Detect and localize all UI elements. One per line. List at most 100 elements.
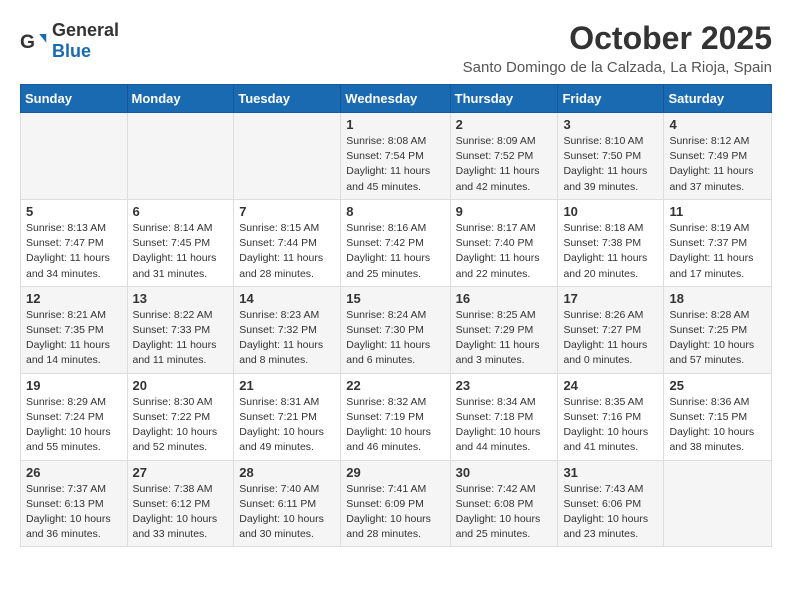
calendar-cell: 30 Sunrise: 7:42 AM Sunset: 6:08 PM Dayli… <box>450 460 558 547</box>
day-number: 13 <box>133 291 229 306</box>
calendar-week-row: 1 Sunrise: 8:08 AM Sunset: 7:54 PM Daylig… <box>21 113 772 200</box>
day-info: Sunrise: 8:31 AM Sunset: 7:21 PM Dayligh… <box>239 395 335 456</box>
header-day-saturday: Saturday <box>664 85 772 113</box>
calendar-week-row: 12Sunrise: 8:21 AM Sunset: 7:35 PM Dayli… <box>21 286 772 373</box>
day-info: Sunrise: 8:25 AM Sunset: 7:29 PM Dayligh… <box>456 308 553 369</box>
calendar-cell: 10Sunrise: 8:18 AM Sunset: 7:38 PM Dayli… <box>558 199 664 286</box>
day-info: Sunrise: 8:32 AM Sunset: 7:19 PM Dayligh… <box>346 395 444 456</box>
logo-general-text: General <box>52 20 119 40</box>
day-number: 3 <box>563 117 658 132</box>
svg-text:G: G <box>20 32 35 53</box>
day-number: 18 <box>669 291 766 306</box>
header-day-wednesday: Wednesday <box>341 85 450 113</box>
day-info: Sunrise: 7:37 AM Sunset: 6:13 PM Dayligh… <box>26 482 122 543</box>
day-info: Sunrise: 8:29 AM Sunset: 7:24 PM Dayligh… <box>26 395 122 456</box>
title-section: October 2025 Santo Domingo de la Calzada… <box>463 20 772 76</box>
calendar-week-row: 26 Sunrise: 7:37 AM Sunset: 6:13 PM Dayli… <box>21 460 772 547</box>
logo: G General Blue <box>20 20 119 62</box>
day-number: 19 <box>26 378 122 393</box>
logo-icon: G <box>20 27 48 55</box>
calendar-cell: 12Sunrise: 8:21 AM Sunset: 7:35 PM Dayli… <box>21 286 128 373</box>
day-info: Sunrise: 7:40 AM Sunset: 6:11 PM Dayligh… <box>239 482 335 543</box>
calendar-cell: 11Sunrise: 8:19 AM Sunset: 7:37 PM Dayli… <box>664 199 772 286</box>
calendar-week-row: 5 Sunrise: 8:13 AM Sunset: 7:47 PM Daylig… <box>21 199 772 286</box>
calendar-cell: 20 Sunrise: 8:30 AM Sunset: 7:22 PM Dayli… <box>127 373 234 460</box>
header-day-tuesday: Tuesday <box>234 85 341 113</box>
day-info: Sunrise: 8:34 AM Sunset: 7:18 PM Dayligh… <box>456 395 553 456</box>
day-number: 9 <box>456 204 553 219</box>
page-header: G General Blue October 2025 Santo Doming… <box>20 20 772 76</box>
day-info: Sunrise: 8:18 AM Sunset: 7:38 PM Dayligh… <box>563 221 658 282</box>
calendar-cell: 3 Sunrise: 8:10 AM Sunset: 7:50 PM Daylig… <box>558 113 664 200</box>
calendar-cell: 7 Sunrise: 8:15 AM Sunset: 7:44 PM Daylig… <box>234 199 341 286</box>
day-number: 27 <box>133 465 229 480</box>
calendar-cell: 19 Sunrise: 8:29 AM Sunset: 7:24 PM Dayli… <box>21 373 128 460</box>
calendar-table: SundayMondayTuesdayWednesdayThursdayFrid… <box>20 84 772 547</box>
calendar-cell: 18 Sunrise: 8:28 AM Sunset: 7:25 PM Dayli… <box>664 286 772 373</box>
calendar-cell: 24 Sunrise: 8:35 AM Sunset: 7:16 PM Dayli… <box>558 373 664 460</box>
day-info: Sunrise: 8:12 AM Sunset: 7:49 PM Dayligh… <box>669 134 766 195</box>
day-number: 17 <box>563 291 658 306</box>
day-info: Sunrise: 7:43 AM Sunset: 6:06 PM Dayligh… <box>563 482 658 543</box>
day-info: Sunrise: 7:42 AM Sunset: 6:08 PM Dayligh… <box>456 482 553 543</box>
day-number: 7 <box>239 204 335 219</box>
calendar-cell: 15 Sunrise: 8:24 AM Sunset: 7:30 PM Dayli… <box>341 286 450 373</box>
day-info: Sunrise: 7:38 AM Sunset: 6:12 PM Dayligh… <box>133 482 229 543</box>
day-number: 30 <box>456 465 553 480</box>
calendar-week-row: 19 Sunrise: 8:29 AM Sunset: 7:24 PM Dayli… <box>21 373 772 460</box>
day-number: 12 <box>26 291 122 306</box>
calendar-cell: 22 Sunrise: 8:32 AM Sunset: 7:19 PM Dayli… <box>341 373 450 460</box>
day-number: 8 <box>346 204 444 219</box>
day-number: 25 <box>669 378 766 393</box>
day-number: 16 <box>456 291 553 306</box>
day-info: Sunrise: 8:28 AM Sunset: 7:25 PM Dayligh… <box>669 308 766 369</box>
header-day-sunday: Sunday <box>21 85 128 113</box>
day-info: Sunrise: 8:35 AM Sunset: 7:16 PM Dayligh… <box>563 395 658 456</box>
calendar-cell: 23Sunrise: 8:34 AM Sunset: 7:18 PM Dayli… <box>450 373 558 460</box>
calendar-cell: 16 Sunrise: 8:25 AM Sunset: 7:29 PM Dayli… <box>450 286 558 373</box>
calendar-cell: 31 Sunrise: 7:43 AM Sunset: 6:06 PM Dayli… <box>558 460 664 547</box>
calendar-cell <box>234 113 341 200</box>
day-number: 21 <box>239 378 335 393</box>
day-number: 22 <box>346 378 444 393</box>
day-number: 26 <box>26 465 122 480</box>
day-info: Sunrise: 8:17 AM Sunset: 7:40 PM Dayligh… <box>456 221 553 282</box>
calendar-cell: 6Sunrise: 8:14 AM Sunset: 7:45 PM Daylig… <box>127 199 234 286</box>
day-number: 11 <box>669 204 766 219</box>
day-number: 15 <box>346 291 444 306</box>
day-info: Sunrise: 8:15 AM Sunset: 7:44 PM Dayligh… <box>239 221 335 282</box>
location-subtitle: Santo Domingo de la Calzada, La Rioja, S… <box>463 59 772 76</box>
calendar-cell: 9 Sunrise: 8:17 AM Sunset: 7:40 PM Daylig… <box>450 199 558 286</box>
calendar-cell: 4 Sunrise: 8:12 AM Sunset: 7:49 PM Daylig… <box>664 113 772 200</box>
calendar-cell: 14Sunrise: 8:23 AM Sunset: 7:32 PM Dayli… <box>234 286 341 373</box>
calendar-cell: 5 Sunrise: 8:13 AM Sunset: 7:47 PM Daylig… <box>21 199 128 286</box>
calendar-cell: 13Sunrise: 8:22 AM Sunset: 7:33 PM Dayli… <box>127 286 234 373</box>
calendar-cell: 27 Sunrise: 7:38 AM Sunset: 6:12 PM Dayli… <box>127 460 234 547</box>
calendar-cell <box>21 113 128 200</box>
day-info: Sunrise: 8:09 AM Sunset: 7:52 PM Dayligh… <box>456 134 553 195</box>
day-number: 20 <box>133 378 229 393</box>
calendar-cell <box>664 460 772 547</box>
day-number: 24 <box>563 378 658 393</box>
day-info: Sunrise: 8:30 AM Sunset: 7:22 PM Dayligh… <box>133 395 229 456</box>
day-info: Sunrise: 8:13 AM Sunset: 7:47 PM Dayligh… <box>26 221 122 282</box>
calendar-cell: 25Sunrise: 8:36 AM Sunset: 7:15 PM Dayli… <box>664 373 772 460</box>
calendar-cell <box>127 113 234 200</box>
calendar-header-row: SundayMondayTuesdayWednesdayThursdayFrid… <box>21 85 772 113</box>
day-info: Sunrise: 8:16 AM Sunset: 7:42 PM Dayligh… <box>346 221 444 282</box>
day-number: 14 <box>239 291 335 306</box>
day-number: 5 <box>26 204 122 219</box>
day-info: Sunrise: 8:24 AM Sunset: 7:30 PM Dayligh… <box>346 308 444 369</box>
day-number: 6 <box>133 204 229 219</box>
calendar-cell: 2 Sunrise: 8:09 AM Sunset: 7:52 PM Daylig… <box>450 113 558 200</box>
day-info: Sunrise: 8:10 AM Sunset: 7:50 PM Dayligh… <box>563 134 658 195</box>
day-number: 1 <box>346 117 444 132</box>
logo-blue-text: Blue <box>52 41 91 61</box>
day-number: 31 <box>563 465 658 480</box>
day-number: 2 <box>456 117 553 132</box>
day-number: 4 <box>669 117 766 132</box>
day-info: Sunrise: 8:08 AM Sunset: 7:54 PM Dayligh… <box>346 134 444 195</box>
month-title: October 2025 <box>463 20 772 57</box>
day-info: Sunrise: 7:41 AM Sunset: 6:09 PM Dayligh… <box>346 482 444 543</box>
calendar-cell: 1 Sunrise: 8:08 AM Sunset: 7:54 PM Daylig… <box>341 113 450 200</box>
